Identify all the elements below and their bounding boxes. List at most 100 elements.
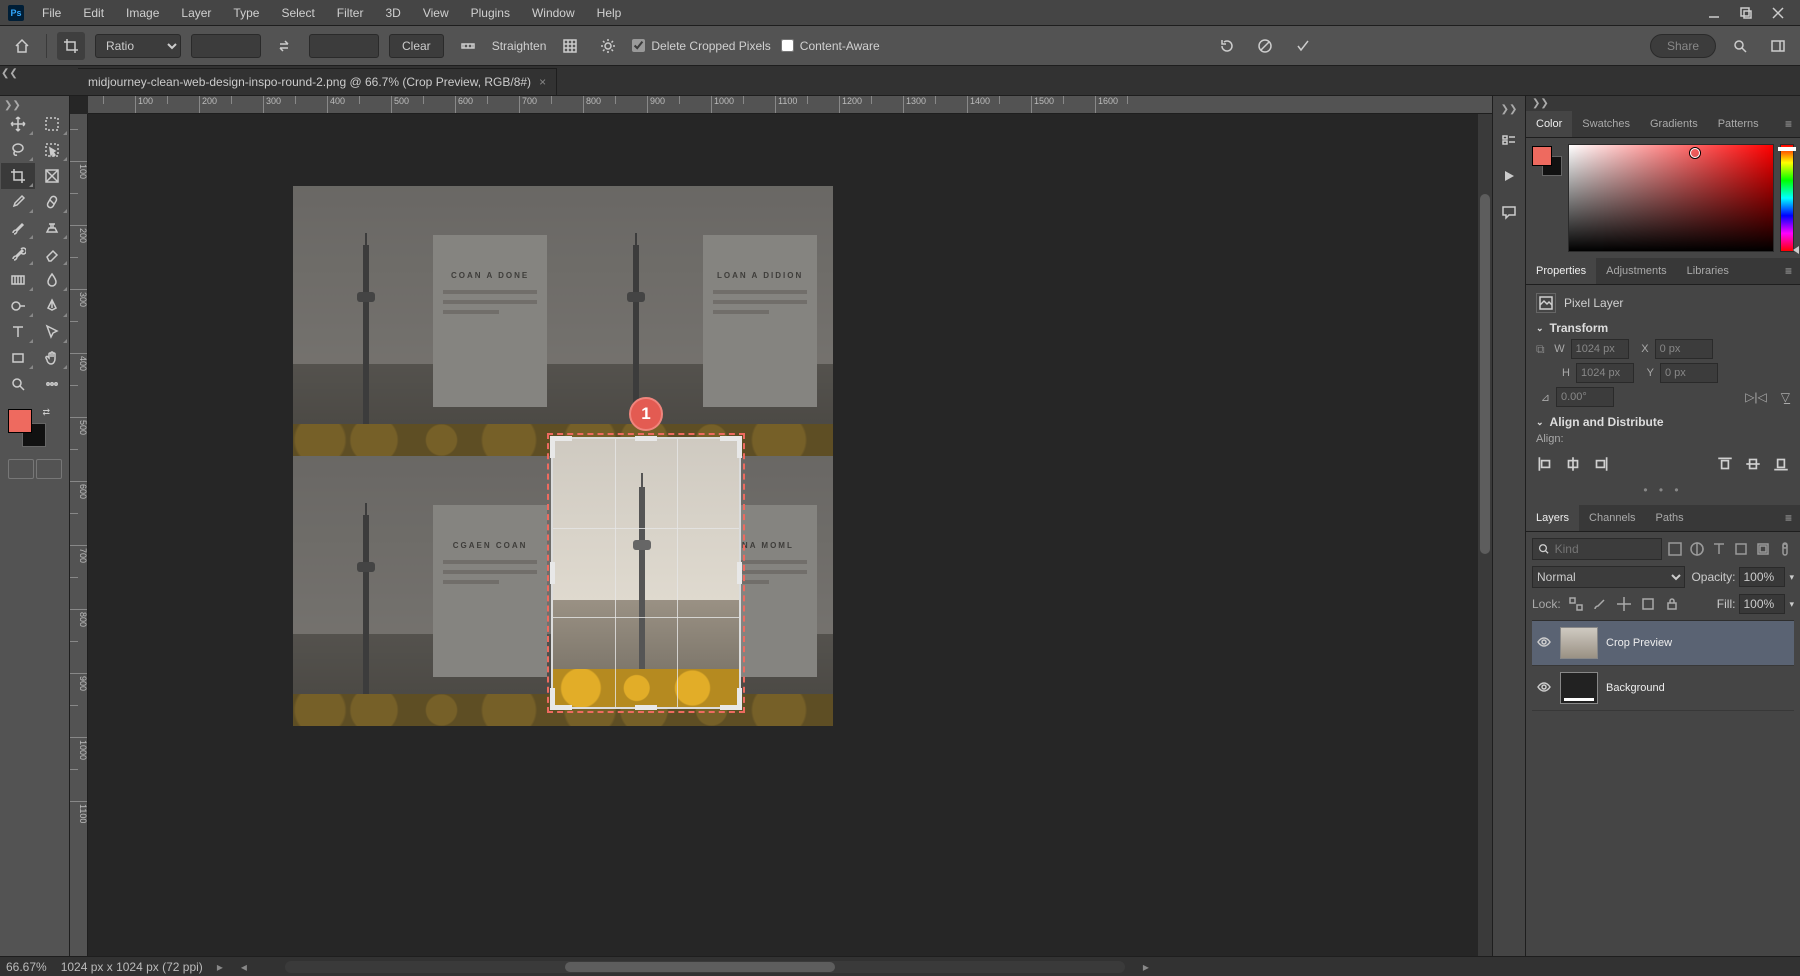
workspace-switcher-icon[interactable] (1764, 32, 1792, 60)
clear-button[interactable]: Clear (389, 34, 444, 58)
horizontal-scrollbar[interactable] (285, 961, 1125, 973)
path-select-tool-icon[interactable] (35, 319, 69, 345)
menu-select[interactable]: Select (271, 2, 324, 24)
layer-row[interactable]: Background (1532, 666, 1794, 711)
flip-vertical-icon[interactable]: ▽̲ (1781, 390, 1790, 404)
menu-help[interactable]: Help (587, 2, 632, 24)
layer-filter-search[interactable] (1532, 538, 1662, 560)
hue-slider[interactable] (1780, 144, 1794, 252)
align-top-icon[interactable] (1716, 455, 1734, 473)
lock-artboard-icon[interactable] (1639, 595, 1657, 613)
quick-mask-mode-icon[interactable] (36, 459, 62, 479)
menu-file[interactable]: File (32, 2, 71, 24)
blur-tool-icon[interactable] (35, 267, 69, 293)
window-minimize-icon[interactable] (1700, 3, 1728, 23)
lock-all-icon[interactable] (1663, 595, 1681, 613)
tab-paths[interactable]: Paths (1646, 505, 1694, 531)
menu-view[interactable]: View (413, 2, 459, 24)
height-input[interactable] (1576, 363, 1634, 383)
delete-cropped-checkbox[interactable]: Delete Cropped Pixels (632, 39, 770, 53)
crop-tool-icon[interactable] (1, 163, 35, 189)
menu-edit[interactable]: Edit (73, 2, 114, 24)
tab-properties[interactable]: Properties (1526, 258, 1596, 284)
color-swatch-mini[interactable] (1532, 146, 1562, 176)
marquee-tool-icon[interactable] (35, 111, 69, 137)
tab-swatches[interactable]: Swatches (1572, 111, 1640, 137)
lasso-tool-icon[interactable] (1, 137, 35, 163)
filter-type-icon[interactable] (1710, 540, 1728, 558)
menu-plugins[interactable]: Plugins (461, 2, 520, 24)
expand-tabs-icon[interactable]: ❮❮ (1, 68, 18, 79)
dodge-tool-icon[interactable] (1, 293, 35, 319)
fill-input[interactable] (1739, 594, 1785, 614)
visibility-toggle-icon[interactable] (1536, 679, 1552, 698)
menu-filter[interactable]: Filter (327, 2, 374, 24)
width-input[interactable] (1571, 339, 1629, 359)
window-maximize-icon[interactable] (1732, 3, 1760, 23)
actions-panel-icon[interactable] (1498, 165, 1520, 187)
close-tab-icon[interactable]: × (539, 75, 546, 89)
healing-brush-tool-icon[interactable] (35, 189, 69, 215)
blend-mode-dropdown[interactable]: Normal (1532, 566, 1685, 588)
crop-tool-icon[interactable] (57, 32, 85, 60)
eyedropper-tool-icon[interactable] (1, 189, 35, 215)
link-wh-icon[interactable]: ⧉ (1536, 342, 1545, 357)
align-section-header[interactable]: ⌄Align and Distribute (1536, 415, 1790, 429)
swap-dimensions-icon[interactable] (271, 32, 299, 60)
tab-libraries[interactable]: Libraries (1677, 258, 1739, 284)
move-tool-icon[interactable] (1, 111, 35, 137)
x-input[interactable] (1655, 339, 1713, 359)
more-options-icon[interactable]: • • • (1536, 483, 1790, 497)
scroll-right-icon[interactable]: ▸ (1139, 960, 1153, 974)
collapse-right-panels-icon[interactable]: ❯❯ (1526, 96, 1800, 111)
document-tab[interactable]: midjourney-clean-web-design-inspo-round-… (78, 68, 557, 95)
tab-adjustments[interactable]: Adjustments (1596, 258, 1677, 284)
tab-gradients[interactable]: Gradients (1640, 111, 1708, 137)
share-button[interactable]: Share (1650, 34, 1716, 58)
window-close-icon[interactable] (1764, 3, 1792, 23)
align-hcenter-icon[interactable] (1564, 455, 1582, 473)
vertical-scrollbar[interactable] (1478, 114, 1492, 956)
straighten-icon[interactable] (454, 32, 482, 60)
vertical-ruler[interactable]: 10020030040050060070080090010001100 (70, 114, 88, 956)
type-tool-icon[interactable] (1, 319, 35, 345)
layer-row[interactable]: Crop Preview (1532, 621, 1794, 666)
expand-midstrip-icon[interactable]: ❯❯ (1501, 104, 1518, 115)
align-bottom-icon[interactable] (1772, 455, 1790, 473)
home-icon[interactable] (8, 32, 36, 60)
cancel-crop-icon[interactable] (1251, 32, 1279, 60)
align-right-icon[interactable] (1592, 455, 1610, 473)
saturation-picker[interactable] (1568, 144, 1774, 252)
foreground-background-swatch[interactable]: ⇄ (8, 409, 48, 449)
tab-layers[interactable]: Layers (1526, 505, 1579, 531)
filter-shape-icon[interactable] (1732, 540, 1750, 558)
filter-smart-icon[interactable] (1754, 540, 1772, 558)
menu-layer[interactable]: Layer (171, 2, 221, 24)
flip-horizontal-icon[interactable]: ▷|◁ (1745, 390, 1767, 404)
crop-settings-icon[interactable] (594, 32, 622, 60)
doc-info-caret-icon[interactable]: ▸ (217, 960, 223, 974)
frame-tool-icon[interactable] (35, 163, 69, 189)
eraser-tool-icon[interactable] (35, 241, 69, 267)
y-input[interactable] (1660, 363, 1718, 383)
lock-pixels-icon[interactable] (1591, 595, 1609, 613)
lock-position-icon[interactable] (1615, 595, 1633, 613)
tab-channels[interactable]: Channels (1579, 505, 1645, 531)
horizontal-ruler[interactable]: 1002003004005006007008009001000110012001… (88, 96, 1492, 114)
history-panel-icon[interactable] (1498, 129, 1520, 151)
object-select-tool-icon[interactable] (35, 137, 69, 163)
filter-toggle-icon[interactable] (1776, 540, 1794, 558)
panel-menu-icon[interactable]: ≡ (1777, 117, 1800, 131)
tab-color[interactable]: Color (1526, 111, 1572, 137)
crop-selection[interactable]: 1 (553, 439, 739, 707)
commit-crop-icon[interactable] (1289, 32, 1317, 60)
opacity-input[interactable] (1739, 567, 1785, 587)
tab-patterns[interactable]: Patterns (1708, 111, 1769, 137)
standard-mode-icon[interactable] (8, 459, 34, 479)
filter-adjust-icon[interactable] (1688, 540, 1706, 558)
menu-image[interactable]: Image (116, 2, 169, 24)
scroll-left-icon[interactable]: ◂ (237, 960, 251, 974)
reset-crop-icon[interactable] (1213, 32, 1241, 60)
zoom-tool-icon[interactable] (1, 371, 35, 397)
content-aware-checkbox[interactable]: Content-Aware (781, 39, 880, 53)
